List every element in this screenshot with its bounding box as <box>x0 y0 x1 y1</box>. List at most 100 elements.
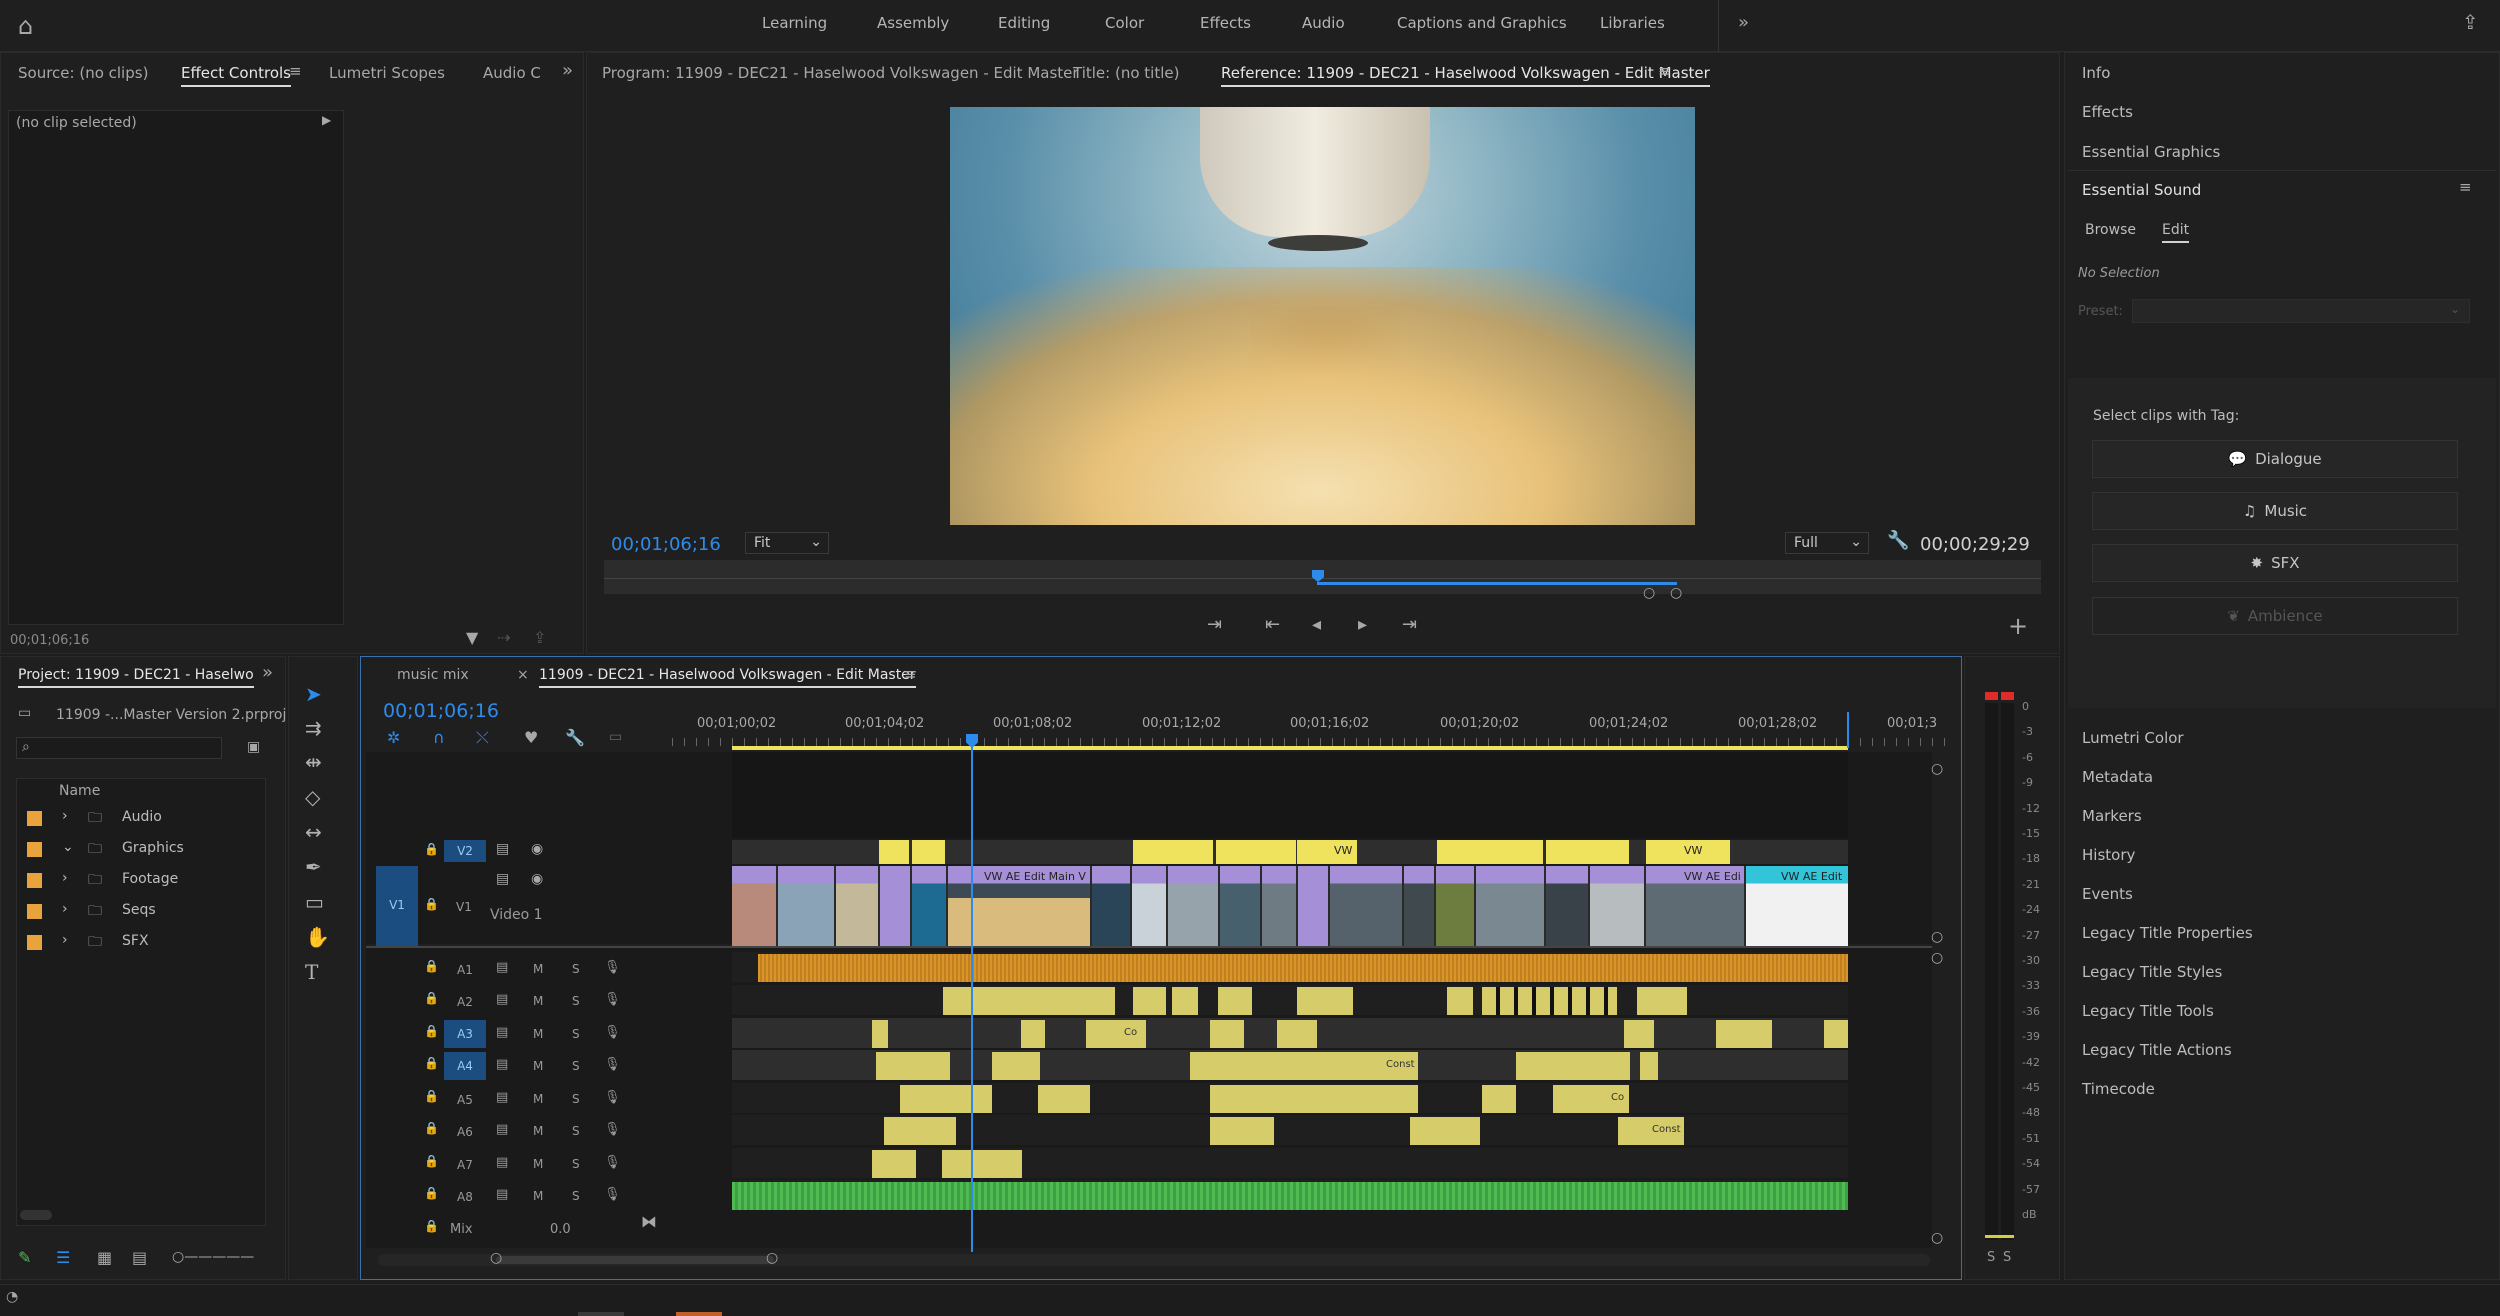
icon-view-icon[interactable]: ▦ <box>97 1250 112 1266</box>
audio-clip[interactable] <box>1210 1085 1418 1113</box>
sync-lock-icon[interactable]: ▤ <box>496 1187 508 1202</box>
audio-clip[interactable] <box>1482 987 1617 1015</box>
title-clip[interactable] <box>1216 840 1296 864</box>
meter-clip-left[interactable] <box>1985 692 1998 700</box>
panel-info[interactable]: Info <box>2082 64 2110 82</box>
export-icon[interactable]: ⇪ <box>533 630 546 646</box>
pencil-icon[interactable]: ✎ <box>18 1250 31 1266</box>
panel-legacy-title-properties[interactable]: Legacy Title Properties <box>2082 924 2253 942</box>
video-clip[interactable] <box>1404 866 1434 946</box>
work-area-bar[interactable] <box>732 746 1848 750</box>
mute-button[interactable]: M <box>533 1124 543 1138</box>
audio-clip[interactable] <box>872 1150 916 1178</box>
tab-effect-controls[interactable]: Effect Controls <box>181 64 291 87</box>
audio-clip[interactable] <box>1824 1020 1848 1048</box>
mix-value[interactable]: 0.0 <box>550 1222 571 1237</box>
audio-clip[interactable] <box>1172 987 1198 1015</box>
video-clip[interactable]: VW AE Edit Main V <box>948 866 1090 946</box>
scroll-handle-icon[interactable]: ○ <box>1931 1231 1943 1245</box>
go-to-out-icon[interactable]: ⇥ <box>1402 616 1417 634</box>
audio-clip[interactable]: Co <box>1553 1085 1629 1113</box>
microphone-icon[interactable]: 🎙 <box>604 1025 621 1040</box>
video-clip[interactable] <box>1092 866 1130 946</box>
audio-clip[interactable] <box>1640 1052 1658 1080</box>
audio-clip[interactable] <box>900 1085 992 1113</box>
selection-tool-icon[interactable]: ➤ <box>305 682 322 706</box>
filter-icon[interactable]: ▼ <box>466 630 478 646</box>
a4-target[interactable]: A4 <box>444 1052 486 1080</box>
bin-row-footage[interactable]: › 🗀 Footage <box>18 865 264 895</box>
slip-tool-icon[interactable]: ↔ <box>305 820 322 844</box>
play-audio-icon[interactable]: ⇢ <box>497 630 510 646</box>
microphone-icon[interactable]: 🎙 <box>604 1090 621 1105</box>
more-tabs-icon[interactable]: » <box>262 664 273 682</box>
list-view-icon[interactable]: ☰ <box>56 1250 70 1266</box>
home-icon[interactable]: ⌂ <box>18 14 33 38</box>
lock-icon[interactable]: 🔒 <box>424 898 439 910</box>
status-icon[interactable]: ◔ <box>6 1290 18 1304</box>
audio-clip[interactable]: Co <box>1086 1020 1146 1048</box>
lock-icon[interactable]: 🔒 <box>424 992 439 1004</box>
mute-button[interactable]: M <box>533 994 543 1008</box>
project-scrollbar[interactable] <box>20 1210 52 1220</box>
microphone-icon[interactable]: 🎙 <box>604 960 621 975</box>
mute-button[interactable]: M <box>533 1157 543 1171</box>
microphone-icon[interactable]: 🎙 <box>604 1057 621 1072</box>
video-clip[interactable] <box>880 866 910 946</box>
lock-icon[interactable]: 🔒 <box>424 1057 439 1069</box>
lock-icon[interactable]: 🔒 <box>424 1220 439 1232</box>
add-button-icon[interactable]: + <box>2008 614 2028 638</box>
solo-button[interactable]: S <box>572 1124 580 1138</box>
eye-icon[interactable]: ◉ <box>531 842 543 856</box>
v1-target[interactable]: V1 <box>456 900 472 914</box>
tab-music-mix[interactable]: music mix <box>397 667 469 683</box>
audio-clip[interactable] <box>1277 1020 1317 1048</box>
workspace-effects[interactable]: Effects <box>1200 14 1251 32</box>
scroll-handle-icon[interactable]: ○ <box>1931 951 1943 965</box>
panel-legacy-title-actions[interactable]: Legacy Title Actions <box>2082 1041 2232 1059</box>
audio-clip[interactable] <box>1447 987 1473 1015</box>
video-clip[interactable] <box>912 866 946 946</box>
mark-in-icon[interactable]: ⇥ <box>1207 616 1222 634</box>
timeline-timecode[interactable]: 00;01;06;16 <box>383 700 499 722</box>
video-clip[interactable] <box>1132 866 1166 946</box>
title-clip[interactable]: VW <box>1646 840 1730 864</box>
tab-title[interactable]: Title: (no title) <box>1073 64 1179 82</box>
mute-button[interactable]: M <box>533 1092 543 1106</box>
lock-icon[interactable]: 🔒 <box>424 1122 439 1134</box>
dialogue-button[interactable]: 💬 Dialogue <box>2092 440 2458 478</box>
sync-lock-icon[interactable]: ▤ <box>496 1090 508 1105</box>
timeline-playhead[interactable] <box>971 734 973 1252</box>
a6-target[interactable]: A6 <box>457 1125 473 1139</box>
expand-chevron-icon[interactable]: › <box>62 932 68 948</box>
tab-reference[interactable]: Reference: 11909 - DEC21 - Haselwood Vol… <box>1221 64 1710 87</box>
mute-button[interactable]: M <box>533 1027 543 1041</box>
audio-clip-ambient[interactable] <box>732 1182 1848 1210</box>
scroll-handle-icon[interactable]: ○ <box>1931 762 1943 776</box>
lock-icon[interactable]: 🔒 <box>424 1090 439 1102</box>
a1-target[interactable]: A1 <box>457 963 473 977</box>
workspace-libraries[interactable]: Libraries <box>1600 14 1665 32</box>
solo-right-button[interactable]: S <box>2003 1250 2011 1265</box>
ambience-button[interactable]: ❦ Ambience <box>2092 597 2458 635</box>
zoom-slider-icon[interactable]: ○————— <box>172 1250 254 1264</box>
panel-menu-icon[interactable]: ≡ <box>289 64 302 79</box>
panel-effects[interactable]: Effects <box>2082 103 2133 121</box>
audio-clip[interactable] <box>1637 987 1687 1015</box>
lock-icon[interactable]: 🔒 <box>424 1187 439 1199</box>
audio-clip[interactable] <box>1297 987 1353 1015</box>
panel-essential-graphics[interactable]: Essential Graphics <box>2082 143 2220 161</box>
sync-lock-icon[interactable]: ▤ <box>496 842 509 856</box>
ripple-edit-tool-icon[interactable]: ⇹ <box>305 750 322 774</box>
sync-lock-icon[interactable]: ▤ <box>496 1155 508 1170</box>
play-icon[interactable]: ▸ <box>1358 616 1367 634</box>
a7-target[interactable]: A7 <box>457 1158 473 1172</box>
quality-select[interactable]: Full ⌄ <box>1785 532 1869 554</box>
audio-clip[interactable] <box>1038 1085 1090 1113</box>
preset-select[interactable] <box>2132 299 2470 323</box>
audio-clip[interactable] <box>884 1117 956 1145</box>
zoom-handle-icon[interactable]: ○ <box>1670 586 1682 600</box>
sync-lock-icon[interactable]: ▤ <box>496 872 509 886</box>
solo-button[interactable]: S <box>572 1027 580 1041</box>
mix-meter-icon[interactable]: ⧓ <box>641 1214 657 1230</box>
